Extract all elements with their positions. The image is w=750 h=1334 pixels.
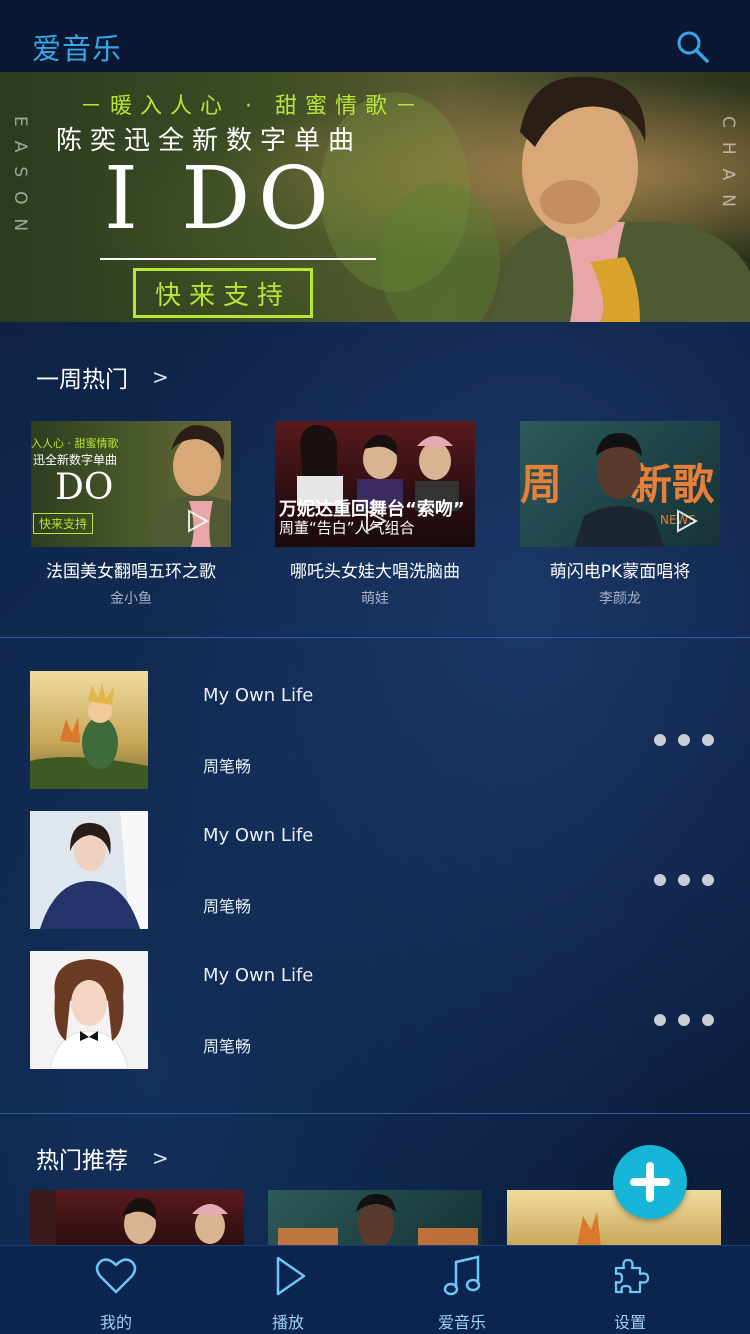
- app-screen: 爱音乐 －暖入人心 · 甜蜜情歌－ 陈奕迅全新数字单曲 I DO 快来支持 EA…: [0, 0, 750, 1334]
- thumbnail-caption: 周: [520, 460, 563, 509]
- song-title: My Own Life: [203, 685, 314, 706]
- banner-side-text-right: CHAN: [718, 116, 738, 221]
- video-title: 法国美女翻唱五环之歌: [46, 562, 216, 582]
- thumbnail-caption: 入人心 · 甜蜜情歌: [31, 437, 119, 450]
- banner-cta-button[interactable]: 快来支持: [133, 268, 313, 318]
- play-icon: [276, 1256, 306, 1296]
- play-icon: [366, 509, 387, 533]
- weekly-hot-heading[interactable]: 一周热门 >: [36, 360, 169, 394]
- song-cover: [30, 671, 148, 789]
- thumbnail-caption: 周董“告白”人气组合: [279, 519, 415, 537]
- song-artist: 周笔畅: [203, 1037, 252, 1056]
- banner-slogan: －暖入人心 · 甜蜜情歌－: [80, 94, 425, 119]
- song-artist: 周笔畅: [203, 757, 252, 776]
- heart-icon: [95, 1258, 137, 1294]
- section-divider: [0, 637, 750, 638]
- tab-label: 设置: [613, 1313, 646, 1332]
- recommend-thumbnail[interactable]: [507, 1190, 721, 1246]
- more-options-icon[interactable]: [654, 733, 714, 747]
- video-card[interactable]: 入人心 · 甜蜜情歌 迅全新数字单曲 DO 快来支持 法国美女翻唱五环之歌 金小…: [31, 421, 231, 608]
- recommend-thumbnail[interactable]: [30, 1190, 244, 1246]
- song-cover: [30, 811, 148, 929]
- video-thumbnail: 万妮达重回舞台“索吻” 周董“告白”人气组合: [275, 421, 475, 547]
- banner-side-text-left: EASON: [10, 116, 30, 246]
- video-thumbnail: 入人心 · 甜蜜情歌 迅全新数字单曲 DO 快来支持: [31, 421, 231, 547]
- play-icon: [677, 509, 698, 533]
- recommend-title: 热门推荐: [36, 1148, 128, 1174]
- recommend-thumbnail[interactable]: [268, 1190, 482, 1246]
- recommend-thumbnail-art: [577, 1212, 601, 1246]
- video-thumbnail: 周 新歌 NEWS: [520, 421, 720, 547]
- tab-play[interactable]: 播放: [238, 1246, 338, 1334]
- tab-mine[interactable]: 我的: [66, 1246, 166, 1334]
- song-row[interactable]: My Own Life 周笔畅: [30, 811, 730, 929]
- thumbnail-caption: 快来支持: [33, 513, 94, 534]
- video-artist: 李颜龙: [599, 591, 641, 607]
- add-button[interactable]: [613, 1145, 687, 1219]
- music-note-icon: [443, 1255, 481, 1296]
- tab-label: 爱音乐: [437, 1313, 486, 1332]
- recommend-thumbnail-art: [30, 1190, 228, 1246]
- video-artist: 萌娃: [361, 591, 389, 607]
- tab-label: 我的: [99, 1313, 132, 1332]
- banner-artist-photo: [490, 76, 750, 322]
- weekly-hot-title: 一周热门: [36, 367, 128, 393]
- tab-label: 播放: [271, 1313, 304, 1332]
- video-title: 萌闪电PK蒙面唱将: [549, 562, 691, 582]
- thumbnail-artist-figure: [574, 433, 664, 547]
- play-icon: [188, 509, 209, 533]
- section-divider: [0, 1113, 750, 1114]
- thumbnail-caption: DO: [55, 467, 114, 508]
- more-options-icon[interactable]: [654, 873, 714, 887]
- recommend-heading[interactable]: 热门推荐 >: [36, 1141, 169, 1175]
- tab-music[interactable]: 爱音乐: [412, 1246, 512, 1334]
- top-header: 爱音乐: [0, 0, 750, 72]
- app-title: 爱音乐: [32, 32, 123, 66]
- song-artist: 周笔畅: [203, 897, 252, 916]
- video-card[interactable]: 万妮达重回舞台“索吻” 周董“告白”人气组合 哪吒头女娃大唱洗脑曲 萌娃: [275, 421, 475, 608]
- recommend-thumbnail-art: [278, 1194, 478, 1246]
- more-options-icon[interactable]: [654, 1013, 714, 1027]
- song-title: My Own Life: [203, 965, 314, 986]
- song-row[interactable]: My Own Life 周笔畅: [30, 951, 730, 1069]
- song-title: My Own Life: [203, 825, 314, 846]
- puzzle-icon: [614, 1258, 650, 1294]
- weekly-hot-arrow: >: [152, 365, 169, 389]
- song-cover: [30, 951, 148, 1069]
- plus-icon: [646, 1162, 654, 1202]
- video-title: 哪吒头女娃大唱洗脑曲: [290, 562, 460, 582]
- search-icon[interactable]: [676, 30, 710, 64]
- promo-banner[interactable]: －暖入人心 · 甜蜜情歌－ 陈奕迅全新数字单曲 I DO 快来支持 EASON …: [0, 72, 750, 322]
- banner-divider: [100, 258, 376, 260]
- thumbnail-caption: 迅全新数字单曲: [33, 453, 118, 467]
- song-row[interactable]: My Own Life 周笔畅: [30, 671, 730, 789]
- recommend-arrow: >: [152, 1146, 169, 1170]
- video-artist: 金小鱼: [110, 591, 152, 607]
- video-card[interactable]: 周 新歌 NEWS 萌闪电PK蒙面唱将 李颜龙: [520, 421, 720, 608]
- tab-settings[interactable]: 设置: [580, 1246, 680, 1334]
- banner-title: I DO: [104, 149, 337, 249]
- bottom-tab-bar: 我的 播放 爱音乐 设置: [0, 1245, 750, 1334]
